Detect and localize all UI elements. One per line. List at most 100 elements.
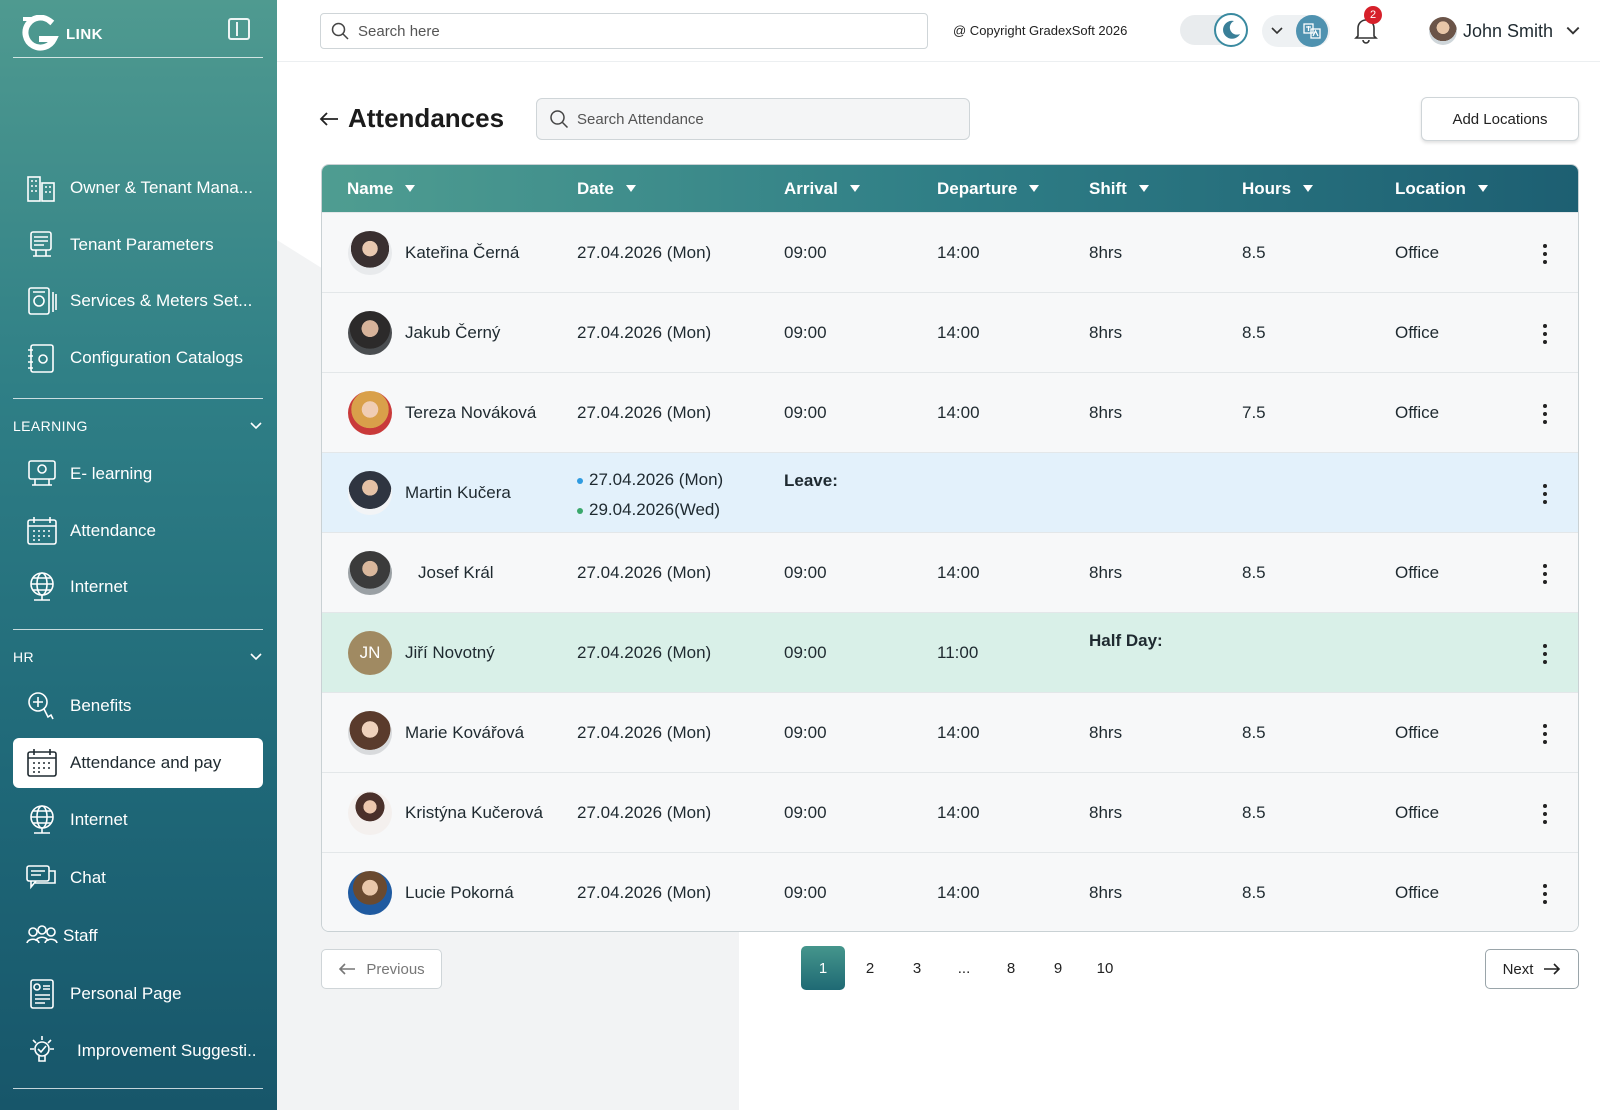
table-row[interactable]: Tereza Nováková 27.04.2026 (Mon) 09:00 1… <box>322 372 1578 452</box>
section-hr[interactable]: HR <box>13 645 263 669</box>
cell-name: Tereza Nováková <box>405 403 537 422</box>
sidebar-item-internet[interactable]: Internet <box>13 562 263 612</box>
arrow-right-icon <box>1544 963 1561 975</box>
sidebar-item-services-meters[interactable]: Services & Meters Set... <box>13 276 263 326</box>
chevron-down-icon <box>1271 27 1283 35</box>
sidebar-item-staff[interactable]: Staff <box>13 911 263 961</box>
column-header-shift[interactable]: Shift <box>1089 165 1149 212</box>
sidebar-item-benefits[interactable]: Benefits <box>13 681 263 731</box>
column-header-hours[interactable]: Hours <box>1242 165 1314 212</box>
sidebar-collapse-icon[interactable] <box>228 18 250 40</box>
cell-departure: 14:00 <box>937 803 980 822</box>
cell-name: Kristýna Kučerová <box>405 803 543 822</box>
page-button[interactable]: 9 <box>1036 946 1080 990</box>
more-options-icon[interactable] <box>1542 484 1548 504</box>
previous-label: Previous <box>366 960 425 978</box>
sidebar-item-label: Benefits <box>70 696 132 715</box>
sort-caret-icon <box>1477 185 1488 192</box>
column-header-departure[interactable]: Departure <box>937 165 1040 212</box>
table-row[interactable]: Kateřina Černá 27.04.2026 (Mon) 09:00 14… <box>322 212 1578 292</box>
previous-button[interactable]: Previous <box>321 949 442 989</box>
more-options-icon[interactable] <box>1542 244 1548 264</box>
attendance-search-input[interactable]: Search Attendance <box>536 98 970 140</box>
sidebar-item-improvement-suggestions[interactable]: Improvement Suggesti.. <box>13 1026 263 1076</box>
cell-location: Office <box>1395 403 1440 422</box>
sidebar-item-label: Attendance and pay <box>70 753 222 772</box>
benefits-icon <box>25 689 59 723</box>
column-header-location[interactable]: Location <box>1395 165 1488 212</box>
table-header: Name Date Arrival Departure Shift Hours … <box>322 165 1578 212</box>
sidebar-item-internet-hr[interactable]: Internet <box>13 795 263 845</box>
table-row[interactable]: Josef Král 27.04.2026 (Mon) 09:00 14:00 … <box>322 532 1578 612</box>
page-button[interactable]: 3 <box>895 946 939 990</box>
sidebar-item-owner-tenant[interactable]: Owner & Tenant Mana... <box>13 163 263 213</box>
table-row[interactable]: JN Jiří Novotný 27.04.2026 (Mon) 09:00 1… <box>322 612 1578 692</box>
cell-shift: 8hrs <box>1089 883 1123 902</box>
sidebar-item-personal-page[interactable]: Personal Page <box>13 969 263 1019</box>
cell-shift: 8hrs <box>1089 723 1123 742</box>
global-search-input[interactable]: Search here <box>320 13 928 49</box>
avatar <box>348 791 392 835</box>
more-options-icon[interactable] <box>1542 644 1548 664</box>
table-row[interactable]: Marie Kovářová 27.04.2026 (Mon) 09:00 14… <box>322 692 1578 772</box>
meters-icon <box>25 284 59 318</box>
cell-arrival: 09:00 <box>784 723 827 742</box>
page-button[interactable]: 8 <box>989 946 1033 990</box>
catalog-icon <box>25 341 59 375</box>
section-label: HR <box>13 649 35 665</box>
language-selector[interactable] <box>1262 15 1330 47</box>
column-label: Name <box>347 178 394 198</box>
more-options-icon[interactable] <box>1542 404 1548 424</box>
sidebar-item-tenant-parameters[interactable]: Tenant Parameters <box>13 220 263 270</box>
cell-leave-label: Leave: <box>784 471 838 490</box>
more-options-icon[interactable] <box>1542 324 1548 344</box>
page-button[interactable]: 10 <box>1083 946 1127 990</box>
search-placeholder: Search here <box>358 22 440 40</box>
sidebar-item-configuration-catalogs[interactable]: Configuration Catalogs <box>13 333 263 383</box>
page-button[interactable]: 2 <box>848 946 892 990</box>
column-header-date[interactable]: Date <box>577 165 636 212</box>
search-icon <box>331 22 349 40</box>
table-row[interactable]: Martin Kučera 27.04.2026 (Mon) 29.04.202… <box>322 452 1578 532</box>
cell-date: 27.04.2026 (Mon) <box>577 403 712 422</box>
theme-toggle[interactable] <box>1180 13 1248 47</box>
chevron-down-icon <box>250 422 262 430</box>
cell-location: Office <box>1395 243 1440 262</box>
cell-arrival: 09:00 <box>784 243 827 262</box>
column-header-name[interactable]: Name <box>347 165 416 212</box>
table-row[interactable]: Kristýna Kučerová 27.04.2026 (Mon) 09:00… <box>322 772 1578 852</box>
page-button[interactable]: 1 <box>801 946 845 990</box>
table-row[interactable]: Jakub Černý 27.04.2026 (Mon) 09:00 14:00… <box>322 292 1578 372</box>
section-learning[interactable]: LEARNING <box>13 414 263 438</box>
cell-hours: 7.5 <box>1242 403 1266 422</box>
cell-name: Martin Kučera <box>405 483 511 502</box>
cell-hours: 8.5 <box>1242 563 1266 582</box>
more-options-icon[interactable] <box>1542 724 1548 744</box>
add-locations-button[interactable]: Add Locations <box>1421 97 1579 141</box>
sidebar-item-elearning[interactable]: E- learning <box>13 449 263 499</box>
search-icon <box>550 110 569 129</box>
sidebar-item-attendance[interactable]: Attendance <box>13 506 263 556</box>
next-button[interactable]: Next <box>1485 949 1579 989</box>
more-options-icon[interactable] <box>1542 884 1548 904</box>
logo-g-icon <box>20 14 62 53</box>
cell-half-day-label: Half Day: <box>1089 631 1163 650</box>
more-options-icon[interactable] <box>1542 804 1548 824</box>
more-options-icon[interactable] <box>1542 564 1548 584</box>
cell-location: Office <box>1395 563 1440 582</box>
table-row[interactable]: Lucie Pokorná 27.04.2026 (Mon) 09:00 14:… <box>322 852 1578 931</box>
staff-icon <box>25 919 58 953</box>
arrow-left-icon <box>339 963 356 975</box>
notification-badge: 2 <box>1364 6 1382 24</box>
user-menu[interactable]: John Smith <box>1429 16 1581 46</box>
sidebar-item-chat[interactable]: Chat <box>13 853 263 903</box>
column-label: Location <box>1395 178 1466 198</box>
divider <box>13 57 263 58</box>
sidebar-item-attendance-and-pay[interactable]: Attendance and pay <box>13 738 263 788</box>
back-arrow-icon[interactable] <box>318 108 340 130</box>
pagination: 1 2 3 ... 8 9 10 <box>801 946 1130 990</box>
elearning-icon <box>25 457 59 491</box>
column-header-arrival[interactable]: Arrival <box>784 165 860 212</box>
personal-page-icon <box>25 977 59 1011</box>
cell-name: Jakub Černý <box>405 323 501 342</box>
